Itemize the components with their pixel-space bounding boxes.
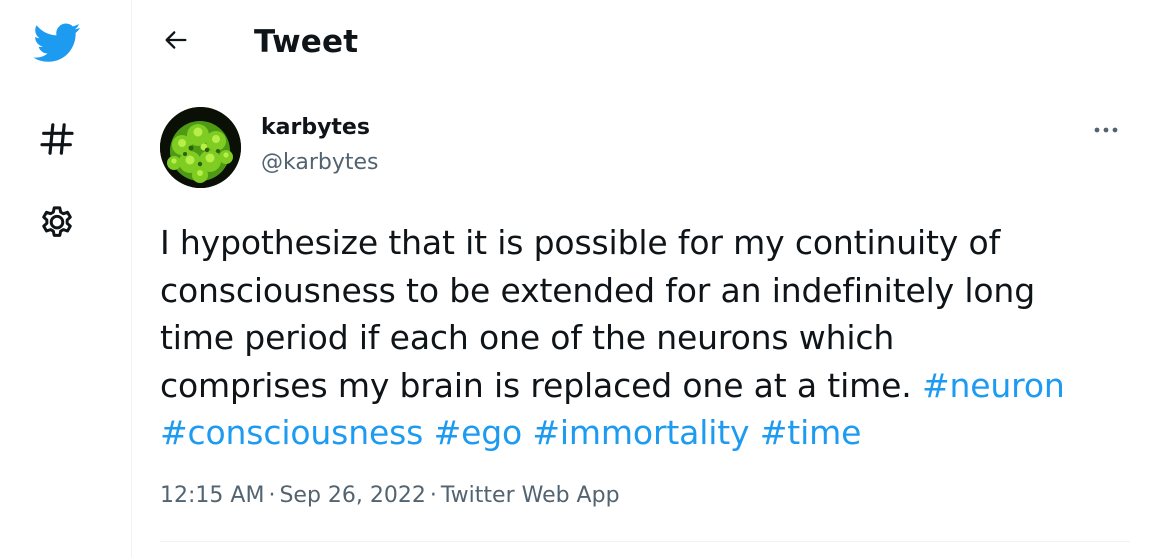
meta-separator: · — [268, 483, 276, 508]
explore-button[interactable] — [28, 110, 86, 168]
twitter-bird-icon — [33, 23, 81, 62]
back-button[interactable] — [156, 20, 196, 60]
more-options-button[interactable] — [1088, 112, 1124, 148]
tweet-text-line: comprises my brain is replaced one at a … — [160, 362, 1135, 410]
arrow-left-icon — [165, 31, 187, 49]
hashtag-icon — [40, 123, 74, 155]
avatar[interactable] — [160, 107, 241, 188]
tweet-text-line: consciousness to be extended for an inde… — [160, 267, 1135, 315]
tweet-text-line: I hypothesize that it is possible for my… — [160, 219, 1135, 267]
meta-separator: · — [429, 483, 437, 508]
tweet-text-segment: consciousness to be extended for an inde… — [160, 270, 1035, 310]
settings-button[interactable] — [28, 195, 86, 253]
tweet-text-segment: comprises my brain is replaced one at a … — [160, 365, 912, 405]
tweet-meta: 12:15 AM · Sep 26, 2022 · Twitter Web App — [160, 483, 620, 508]
twitter-home-link[interactable] — [28, 14, 86, 72]
tweet-source-link[interactable]: Twitter Web App — [441, 483, 620, 508]
hashtag-link-immortality[interactable]: #immortality — [532, 413, 749, 452]
hashtag-link-consciousness[interactable]: #consciousness — [160, 413, 423, 452]
hashtag-link-ego[interactable]: #ego — [434, 413, 523, 452]
tweet-time-link[interactable]: 12:15 AM — [160, 483, 264, 508]
tweet-text-segment: time period if each one of the neurons w… — [160, 318, 895, 357]
tweet-detail-column: Tweet karbytes @karbytes I hypothesize t… — [132, 0, 1158, 557]
page-title: Tweet — [254, 24, 359, 60]
page-header: Tweet — [132, 0, 1158, 86]
tweet-text-segment: I hypothesize that it is possible for my… — [160, 223, 1001, 262]
hashtag-link-time[interactable]: #time — [760, 413, 862, 452]
romanesco-avatar-image — [160, 107, 241, 188]
tweet-text-line: time period if each one of the neurons w… — [160, 314, 1135, 362]
tweet-date-link[interactable]: Sep 26, 2022 — [279, 483, 425, 508]
more-dots-icon — [1094, 127, 1118, 133]
divider — [160, 541, 1130, 542]
hashtag-link-neuron[interactable]: #neuron — [922, 366, 1065, 405]
tweet-text-line: #consciousness #ego #immortality #time — [160, 409, 1135, 457]
author-handle[interactable]: @karbytes — [261, 150, 379, 175]
left-navigation-rail — [0, 0, 132, 557]
gear-icon — [42, 206, 72, 237]
app-window: Tweet karbytes @karbytes I hypothesize t… — [0, 0, 1158, 557]
tweet-text: I hypothesize that it is possible for my… — [160, 219, 1135, 457]
author-display-name[interactable]: karbytes — [261, 115, 370, 140]
